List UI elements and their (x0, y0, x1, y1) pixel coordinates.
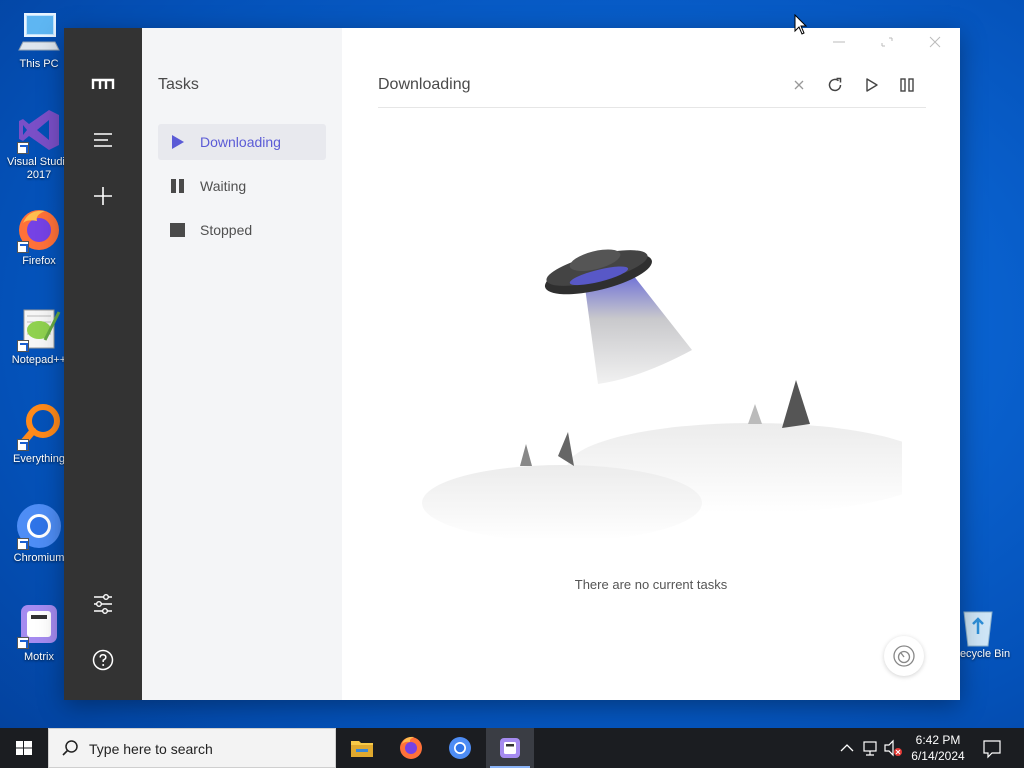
maximize-icon[interactable] (876, 34, 898, 50)
chevron-up-icon (840, 744, 854, 752)
motrix-logo-icon[interactable] (91, 72, 115, 96)
minimize-icon[interactable] (828, 34, 850, 50)
play-icon (170, 135, 186, 149)
notification-icon (983, 740, 1001, 759)
motrix-icon (15, 601, 63, 649)
desktop-icon-label: Recycle Bin (952, 648, 1011, 660)
sliders-icon[interactable] (91, 592, 115, 616)
desktop-icon-recycle-bin[interactable]: Recycle Bin (952, 604, 1024, 660)
panel-title: Tasks (158, 76, 199, 93)
taskbar-search-box[interactable]: Type here to search (48, 728, 336, 768)
recycle-bin-icon (956, 604, 1000, 648)
nav-item-waiting[interactable]: Waiting (158, 168, 326, 204)
pause-icon[interactable] (896, 74, 918, 96)
firefox-icon (15, 205, 63, 253)
plus-icon[interactable] (91, 184, 115, 208)
nav-item-stopped[interactable]: Stopped (158, 212, 326, 248)
taskbar-clock[interactable]: 6:42 PM 6/14/2024 (904, 732, 972, 764)
stop-icon (170, 223, 186, 237)
shortcut-arrow-icon (17, 637, 29, 649)
play-icon[interactable] (860, 74, 882, 96)
shortcut-arrow-icon (17, 340, 29, 352)
file-explorer-icon (351, 741, 373, 757)
visual-studio-icon (15, 106, 63, 154)
computer-icon (15, 8, 63, 56)
chromium-icon (15, 502, 63, 550)
app-sidebar (64, 28, 142, 700)
clock-time: 6:42 PM (915, 733, 961, 747)
empty-state-message: There are no current tasks (574, 577, 728, 592)
nav-item-downloading[interactable]: Downloading (158, 124, 326, 160)
clock-date: 6/14/2024 (911, 749, 965, 763)
refresh-icon[interactable] (824, 74, 846, 96)
network-icon (863, 741, 877, 756)
search-placeholder: Type here to search (89, 741, 213, 757)
firefox-icon (400, 736, 422, 759)
chromium-icon (449, 737, 471, 759)
search-icon (61, 739, 79, 757)
shortcut-arrow-icon (17, 241, 29, 253)
network-status[interactable] (860, 728, 882, 768)
shortcut-arrow-icon (17, 142, 29, 154)
help-icon[interactable] (91, 648, 115, 672)
main-content: Downloading There are no current tasks (342, 28, 960, 700)
page-title: Downloading (378, 76, 471, 93)
nav-item-label: Stopped (200, 222, 253, 238)
taskbar-motrix[interactable] (486, 728, 534, 768)
taskbar-firefox[interactable] (387, 728, 435, 768)
volume-muted-icon (884, 739, 902, 757)
volume-control[interactable] (882, 728, 904, 768)
taskbar-file-explorer[interactable] (338, 728, 386, 768)
shortcut-arrow-icon (17, 439, 29, 451)
mouse-cursor-icon (794, 13, 808, 36)
notepad-plus-plus-icon (15, 304, 63, 352)
shortcut-arrow-icon (17, 538, 29, 550)
windows-logo-icon (16, 741, 32, 755)
close-window-icon[interactable] (924, 34, 946, 50)
nav-item-label: Waiting (200, 178, 247, 194)
speedometer-button[interactable] (884, 636, 924, 676)
motrix-icon (500, 738, 520, 758)
action-center-button[interactable] (978, 728, 1006, 768)
taskbar: Type here to search 6:42 PM 6/14/2024 (0, 728, 1024, 768)
everything-search-icon (15, 403, 63, 451)
nav-item-label: Downloading (200, 134, 281, 150)
motrix-window: Tasks Downloading Waiting Stopped Downlo… (64, 28, 960, 700)
taskbar-chromium[interactable] (436, 728, 484, 768)
close-icon[interactable] (788, 74, 810, 96)
start-button[interactable] (0, 728, 48, 768)
title-divider (378, 107, 926, 108)
tasks-panel: Tasks Downloading Waiting Stopped (142, 28, 342, 700)
menu-icon[interactable] (91, 128, 115, 152)
show-hidden-icons[interactable] (836, 728, 858, 768)
empty-state-illustration (392, 208, 937, 541)
pause-icon (170, 179, 186, 193)
speedometer-icon (892, 644, 916, 668)
